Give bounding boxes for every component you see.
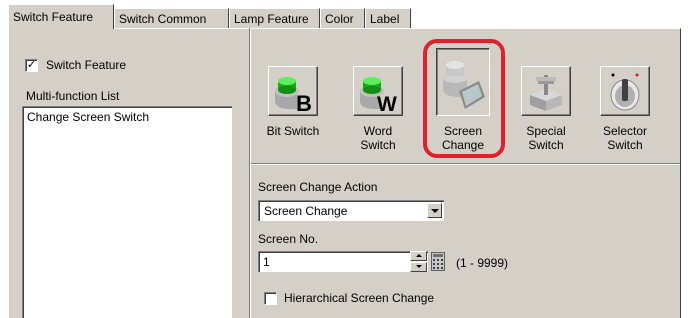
multi-function-list[interactable]: Change Screen Switch xyxy=(22,106,232,318)
selector-switch-button[interactable] xyxy=(600,66,650,116)
switch-feature-label: Switch Feature xyxy=(46,58,127,72)
tab-label: Lamp Feature xyxy=(234,12,309,26)
hierarchical-screen-change-label: Hierarchical Screen Change xyxy=(284,291,435,305)
tab-color[interactable]: Color xyxy=(320,8,365,28)
special-switch-button[interactable] xyxy=(521,66,571,116)
screen-no-spinner[interactable] xyxy=(410,251,427,272)
select-value: Screen Change xyxy=(264,204,348,218)
screen-change-action-label: Screen Change Action xyxy=(258,180,378,194)
multi-function-list-label: Multi-function List xyxy=(26,89,120,103)
special-switch-caption: Special Switch xyxy=(526,124,566,152)
list-item[interactable]: Change Screen Switch xyxy=(27,110,149,124)
bit-switch-icon: B xyxy=(275,77,312,113)
special-switch-icon xyxy=(530,75,562,111)
svg-text:B: B xyxy=(296,91,312,113)
tab-label: Color xyxy=(325,12,354,26)
check-mark-icon: ✓ xyxy=(26,59,37,71)
tab-switch-feature[interactable]: Switch Feature xyxy=(8,4,114,29)
tab-switch-common[interactable]: Switch Common xyxy=(114,8,229,28)
vertical-divider xyxy=(249,28,251,318)
tab-lamp-feature[interactable]: Lamp Feature xyxy=(229,8,320,28)
bit-switch-caption: Bit Switch xyxy=(266,124,320,138)
svg-text:W: W xyxy=(377,93,397,113)
word-switch-icon: W xyxy=(360,77,397,113)
selector-switch-caption: Selector Switch xyxy=(602,124,648,152)
screen-no-range: (1 - 9999) xyxy=(456,256,509,270)
word-switch-button[interactable]: W xyxy=(353,66,403,116)
tab-label[interactable]: Label xyxy=(365,8,411,28)
horizontal-divider xyxy=(251,163,680,165)
hierarchical-screen-change-checkbox[interactable] xyxy=(264,292,277,305)
keypad-icon[interactable] xyxy=(431,252,445,271)
chevron-down-icon xyxy=(431,209,439,213)
tab-label-text: Label xyxy=(370,12,400,26)
selector-switch-icon xyxy=(610,73,640,111)
spin-up-button[interactable] xyxy=(410,251,427,261)
tab-label: Switch Common xyxy=(119,12,207,26)
screen-change-action-select[interactable]: Screen Change xyxy=(258,200,444,221)
screen-no-value: 1 xyxy=(263,255,270,269)
word-switch-caption: Word Switch xyxy=(360,124,396,152)
tab-label: Switch Feature xyxy=(13,10,94,24)
screen-no-label: Screen No. xyxy=(258,232,319,246)
spin-down-button[interactable] xyxy=(410,262,427,272)
switch-feature-checkbox[interactable]: ✓ xyxy=(25,59,38,72)
screen-change-caption: Screen Change xyxy=(441,124,485,152)
dropdown-arrow-button[interactable] xyxy=(427,203,442,218)
bit-switch-button[interactable]: B xyxy=(268,66,318,116)
screen-no-input[interactable]: 1 xyxy=(258,251,428,272)
